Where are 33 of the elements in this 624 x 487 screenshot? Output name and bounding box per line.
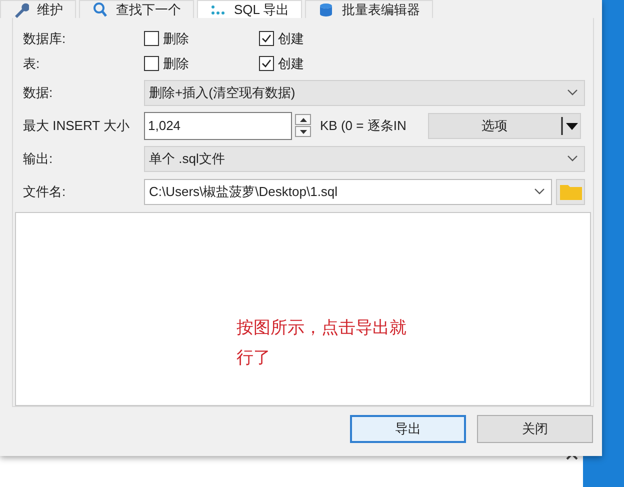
field-label: 数据: [23,84,54,102]
dropdown[interactable]: 删除+插入(清空现有数据) [144,80,585,106]
unit-label: KB (0 = 逐条IN [320,116,408,134]
tab[interactable]: 批量表编辑器 [305,0,434,18]
options-split-button[interactable]: 选项 [428,112,581,138]
tab[interactable]: 维护 [0,0,76,18]
field-label: 数据库: [23,30,67,48]
search-icon [92,2,108,18]
log-message: 按图所示，点击导出就行了 [236,317,408,369]
database-icon [318,2,334,18]
down-arrow-icon [300,130,306,134]
spin-down-button[interactable] [295,126,311,137]
dialog-button[interactable]: 导出 [350,415,466,443]
combo-box[interactable]: C:\Users\椒盐菠萝\Desktop\1.sql [144,178,552,204]
field-label: 文件名: [23,182,67,200]
field-label: 表: [23,54,41,72]
field-label: 输出: [23,150,54,168]
dropdown[interactable]: 单个 .sql文件 [144,146,585,172]
up-arrow-icon [300,118,306,122]
check-icon [261,58,272,69]
tab[interactable]: 查找下一个 [79,0,194,18]
checkbox-label: 创建 [278,30,304,48]
field-label: 最大 INSERT 大小 [23,116,130,134]
check-icon [261,33,272,44]
dialog-button[interactable]: 关闭 [477,415,593,443]
tab[interactable]: SQL 导出 [197,0,302,18]
spin-up-button[interactable] [295,114,311,125]
checkbox-label: 创建 [278,54,304,72]
checkbox-label: 删除 [163,30,189,48]
folder-icon [560,183,582,200]
wrench-icon [13,2,29,18]
checkbox-label: 删除 [163,54,189,72]
input-field[interactable]: 1,024 [144,112,292,140]
